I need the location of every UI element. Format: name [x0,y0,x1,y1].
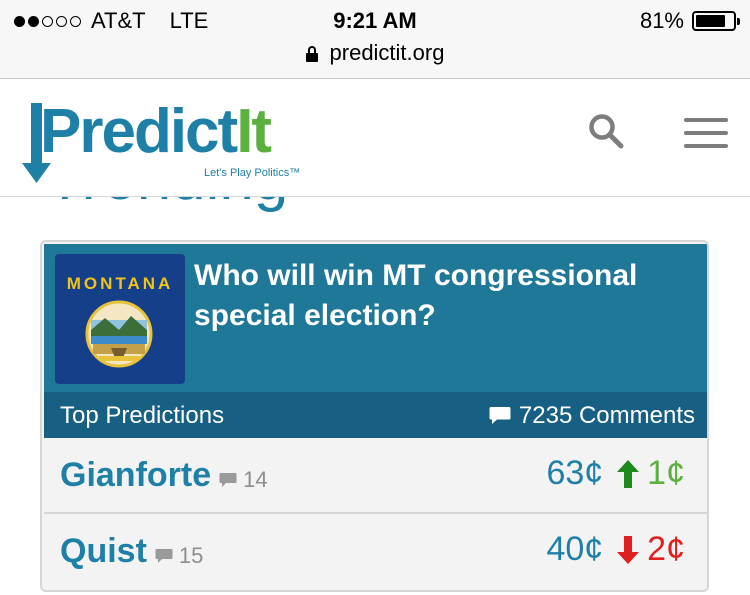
battery-fill [696,15,726,27]
contract-row-gianforte[interactable]: Gianforte 14 63¢ 1¢ [44,438,707,514]
flag-label: MONTANA [66,274,174,293]
logo-it: It [236,97,272,166]
contract-price-block[interactable]: 40¢ 2¢ [546,530,685,569]
contract-price[interactable]: 63¢ [546,454,603,493]
search-icon[interactable] [588,113,624,149]
predictit-logo[interactable]: PredictIt Let's Play Politics™ [22,99,312,189]
clock: 9:21 AM [333,8,417,33]
address-bar[interactable]: predictit.org [0,40,750,79]
arrow-down-icon [617,535,640,564]
logo-predict: Predict [40,97,238,166]
battery-icon [692,11,740,31]
url-text[interactable]: predictit.org [330,40,445,66]
site-header: PredictIt Let's Play Politics™ [0,79,750,197]
logo-wordmark: PredictIt [40,101,272,163]
montana-flag-image: MONTANA [55,254,185,384]
contract-comments[interactable]: 15 [155,543,203,569]
menu-icon[interactable] [684,118,728,148]
contract-comment-count[interactable]: 14 [243,467,267,493]
contract-price[interactable]: 40¢ [546,530,603,569]
price-change: 1¢ [647,454,685,492]
contract-row-quist[interactable]: Quist 15 40¢ 2¢ [44,514,707,588]
comment-icon [489,407,511,424]
comments-link[interactable]: 7235 Comments [489,402,695,430]
status-bar: AT&T LTE 9:21 AM 81% [0,0,750,40]
market-question[interactable]: Who will win MT congressional special el… [194,256,694,336]
contract-name-text[interactable]: Quist [60,532,147,571]
comment-icon [219,472,237,487]
market-header[interactable]: MONTANA Who will win MT congressional sp… [44,244,707,394]
battery-percent: 81% [639,8,684,33]
status-right: 81% [639,8,740,34]
logo-tagline: Let's Play Politics™ [204,167,301,179]
contract-name[interactable]: Quist 15 [60,532,203,571]
contract-price-block[interactable]: 63¢ 1¢ [546,454,685,493]
comments-count[interactable]: 7235 Comments [519,402,695,430]
state-seal-icon [85,300,153,368]
lock-icon [305,46,318,62]
contract-comment-count[interactable]: 15 [179,543,203,569]
battery-tip [737,18,740,25]
predictions-bar: Top Predictions 7235 Comments [44,392,707,438]
address-content[interactable]: predictit.org [305,40,445,66]
contract-name-text[interactable]: Gianforte [60,456,211,495]
arrow-up-icon [617,459,640,488]
market-card[interactable]: MONTANA Who will win MT congressional sp… [40,240,709,592]
contract-comments[interactable]: 14 [219,467,268,493]
top-predictions-label: Top Predictions [60,402,225,429]
price-change: 2¢ [647,530,685,568]
contract-name[interactable]: Gianforte 14 [60,456,268,495]
comment-icon [155,548,173,563]
